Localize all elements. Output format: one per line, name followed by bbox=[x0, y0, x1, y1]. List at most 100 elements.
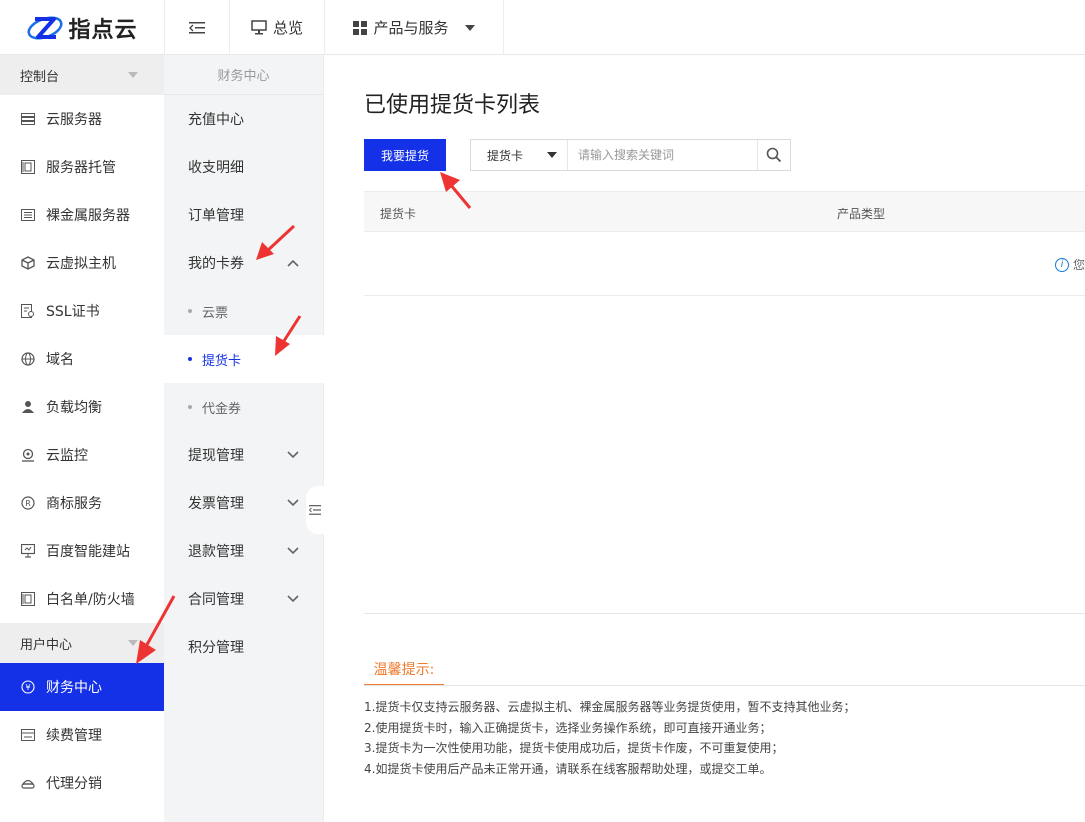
sidebar-item-cloud-monitor[interactable]: 云监控 bbox=[0, 431, 164, 479]
renew-icon bbox=[20, 727, 36, 743]
subnav-item-refund[interactable]: 退款管理 bbox=[164, 527, 323, 575]
annotation-arrow-icon bbox=[275, 315, 302, 356]
subnav-item-label: 合同管理 bbox=[188, 592, 244, 608]
subnav-item-points[interactable]: 积分管理 bbox=[164, 623, 323, 671]
server-icon bbox=[20, 111, 36, 127]
subnav-child-label: 云票 bbox=[202, 305, 229, 321]
tip-line: 4.如提货卡使用后产品未正常开通，请联系在线客服帮助处理，或提交工单。 bbox=[364, 761, 772, 776]
tip-line: 1.提货卡仅支持云服务器、云虚拟主机、裸金属服务器等业务提货使用，暂不支持其他业… bbox=[364, 700, 856, 714]
bullet-dot bbox=[188, 309, 192, 313]
sidebar-item-ssl[interactable]: SSL证书 bbox=[0, 287, 164, 335]
sidebar-item-baidu-website[interactable]: 百度智能建站 bbox=[0, 527, 164, 575]
chevron-down-icon bbox=[128, 72, 138, 78]
subnav-item-label: 积分管理 bbox=[188, 640, 244, 656]
certificate-icon bbox=[20, 303, 36, 319]
user-center-header-label: 用户中心 bbox=[20, 637, 73, 653]
subnav-item-billing[interactable]: 收支明细 bbox=[164, 143, 323, 191]
brand-name: 指点云 bbox=[68, 17, 138, 43]
annotation-arrow-icon bbox=[440, 172, 472, 209]
subnav-collapse-handle[interactable] bbox=[306, 486, 324, 534]
sidebar-item-server-hosting[interactable]: 服务器托管 bbox=[0, 143, 164, 191]
sidebar-item-cloud-server[interactable]: 云服务器 bbox=[0, 95, 164, 143]
subnav-item-invoice[interactable]: 发票管理 bbox=[164, 479, 323, 527]
tips-list: 1.提货卡仅支持云服务器、云虚拟主机、裸金属服务器等业务提货使用，暂不支持其他业… bbox=[364, 697, 855, 779]
table-empty-row: i 您 bbox=[364, 232, 1085, 296]
redeem-button[interactable]: 我要提货 bbox=[364, 139, 446, 171]
search-box: 提货卡 bbox=[470, 139, 791, 171]
sidebar-item-label: 云虚拟主机 bbox=[46, 256, 116, 272]
chevron-down-icon bbox=[547, 152, 557, 158]
overview-nav[interactable]: 总览 bbox=[229, 0, 324, 55]
subnav-item-label: 发票管理 bbox=[188, 496, 244, 512]
sidebar-item-label: 白名单/防火墙 bbox=[46, 592, 135, 608]
overview-label: 总览 bbox=[272, 19, 303, 37]
empty-notice: i 您 bbox=[1055, 256, 1085, 273]
subnav-item-label: 提现管理 bbox=[188, 448, 244, 464]
sidebar-item-agent-distribution[interactable]: 代理分销 bbox=[0, 759, 164, 807]
sidebar-item-finance-center[interactable]: ¥ 财务中心 bbox=[0, 663, 164, 711]
sidebar-item-trademark[interactable]: R 商标服务 bbox=[0, 479, 164, 527]
server-hosting-icon bbox=[20, 159, 36, 175]
sidebar-item-virtual-host[interactable]: 云虚拟主机 bbox=[0, 239, 164, 287]
tip-line: 3.提货卡为一次性使用功能，提货卡使用成功后，提货卡作废，不可重复使用； bbox=[364, 741, 784, 755]
subnav-child-voucher[interactable]: 代金券 bbox=[164, 383, 323, 431]
subnav-item-recharge[interactable]: 充值中心 bbox=[164, 95, 323, 143]
tips-tab[interactable]: 温馨提示: bbox=[364, 653, 444, 686]
sidebar-item-renewal[interactable]: 续费管理 bbox=[0, 711, 164, 759]
sidebar-item-domain[interactable]: 域名 bbox=[0, 335, 164, 383]
sidebar-item-label: 云服务器 bbox=[46, 112, 102, 128]
sidebar-item-label: 代理分销 bbox=[46, 776, 102, 792]
sidebar-item-label: SSL证书 bbox=[46, 304, 100, 320]
empty-notice-text: 您 bbox=[1073, 258, 1085, 272]
sidebar-item-load-balance[interactable]: 负载均衡 bbox=[0, 383, 164, 431]
products-services-nav[interactable]: 产品与服务 bbox=[324, 0, 504, 55]
finance-icon: ¥ bbox=[20, 679, 36, 695]
sidebar-item-bare-metal[interactable]: 裸金属服务器 bbox=[0, 191, 164, 239]
search-icon bbox=[766, 147, 782, 163]
subnav-item-my-coupons[interactable]: 我的卡券 bbox=[164, 239, 323, 287]
chevron-down-icon bbox=[287, 451, 299, 459]
sidebar-item-label: 商标服务 bbox=[46, 496, 102, 512]
trademark-icon: R bbox=[20, 495, 36, 511]
sidebar-item-label: 云监控 bbox=[46, 448, 88, 464]
search-type-value: 提货卡 bbox=[487, 148, 524, 163]
brand-logo[interactable]: 指点云 bbox=[0, 0, 164, 55]
grid-icon bbox=[353, 20, 368, 35]
subnav-item-contract[interactable]: 合同管理 bbox=[164, 575, 323, 623]
sidebar-item-label: 负载均衡 bbox=[46, 400, 102, 416]
menu-fold-icon bbox=[309, 505, 321, 515]
console-header-label: 控制台 bbox=[20, 69, 60, 85]
search-button[interactable] bbox=[757, 140, 790, 170]
finance-subnav: 财务中心 充值中心 收支明细 订单管理 我的卡券 云票 提货卡 代金券 提现管理… bbox=[164, 55, 324, 822]
load-balance-icon bbox=[20, 399, 36, 415]
main-sidebar: 控制台 云服务器 服务器托管 裸金属服务器 云虚拟主机 SSL证书 域名 负载均… bbox=[0, 55, 164, 822]
column-header-product-type: 产品类型 bbox=[837, 207, 886, 221]
search-input[interactable] bbox=[568, 140, 757, 170]
subnav-child-label: 代金券 bbox=[202, 401, 242, 417]
website-icon bbox=[20, 543, 36, 559]
menu-toggle-button[interactable] bbox=[164, 0, 229, 55]
agent-icon bbox=[20, 775, 36, 791]
sidebar-item-label: 续费管理 bbox=[46, 728, 102, 744]
top-bar: 指点云 总览 产品与服务 bbox=[0, 0, 1085, 55]
desktop-icon bbox=[251, 20, 267, 35]
bullet-dot bbox=[188, 357, 192, 361]
svg-text:¥: ¥ bbox=[25, 683, 30, 692]
bullet-dot bbox=[188, 405, 192, 409]
bare-metal-icon bbox=[20, 207, 36, 223]
page-title: 已使用提货卡列表 bbox=[364, 93, 541, 118]
tip-line: 2.使用提货卡时，输入正确提货卡，选择业务操作系统，即可直接开通业务； bbox=[364, 720, 772, 735]
column-header-pickup-card: 提货卡 bbox=[380, 207, 417, 221]
subnav-item-label: 退款管理 bbox=[188, 544, 244, 560]
subnav-item-label: 我的卡券 bbox=[188, 256, 244, 272]
chevron-down-icon bbox=[287, 499, 299, 507]
sidebar-item-label: 服务器托管 bbox=[46, 160, 116, 176]
menu-fold-icon bbox=[189, 21, 205, 33]
sidebar-item-label: 财务中心 bbox=[46, 680, 102, 696]
sidebar-item-label: 百度智能建站 bbox=[46, 544, 130, 560]
search-type-select[interactable]: 提货卡 bbox=[471, 140, 568, 170]
info-icon: i bbox=[1055, 257, 1069, 272]
console-section-header[interactable]: 控制台 bbox=[0, 55, 164, 95]
subnav-item-withdraw[interactable]: 提现管理 bbox=[164, 431, 323, 479]
subnav-item-orders[interactable]: 订单管理 bbox=[164, 191, 323, 239]
